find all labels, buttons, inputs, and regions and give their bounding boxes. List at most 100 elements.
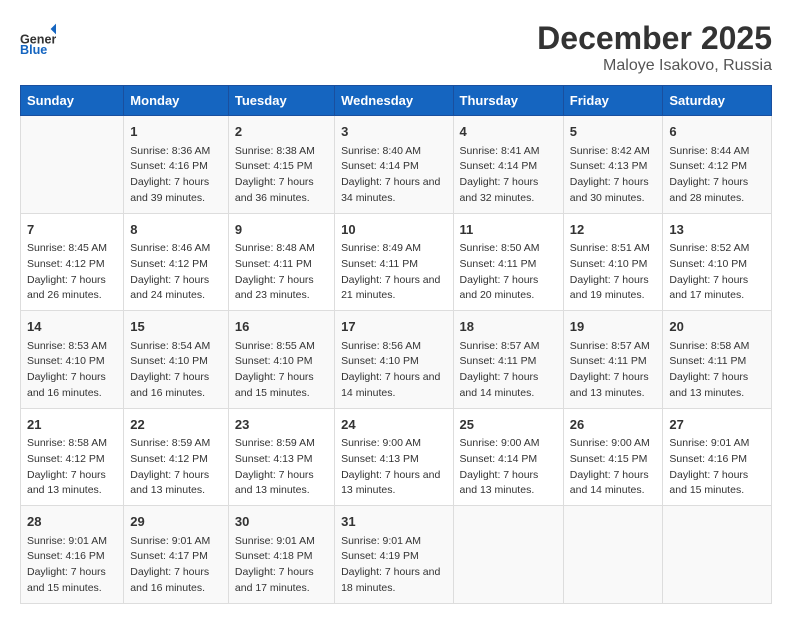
calendar-cell: 24Sunrise: 9:00 AMSunset: 4:13 PMDayligh… <box>335 408 453 506</box>
day-info: Sunrise: 8:41 AMSunset: 4:14 PMDaylight:… <box>460 144 557 207</box>
day-info: Sunrise: 8:50 AMSunset: 4:11 PMDaylight:… <box>460 241 557 304</box>
column-header-sunday: Sunday <box>21 86 124 116</box>
calendar-cell: 19Sunrise: 8:57 AMSunset: 4:11 PMDayligh… <box>563 311 663 409</box>
calendar-cell: 25Sunrise: 9:00 AMSunset: 4:14 PMDayligh… <box>453 408 563 506</box>
day-info: Sunrise: 9:01 AMSunset: 4:17 PMDaylight:… <box>130 534 222 597</box>
calendar-week-row: 14Sunrise: 8:53 AMSunset: 4:10 PMDayligh… <box>21 311 772 409</box>
calendar-week-row: 21Sunrise: 8:58 AMSunset: 4:12 PMDayligh… <box>21 408 772 506</box>
day-number: 4 <box>460 122 557 142</box>
calendar-cell: 8Sunrise: 8:46 AMSunset: 4:12 PMDaylight… <box>124 213 229 311</box>
month-title: December 2025 <box>537 20 772 57</box>
calendar-week-row: 7Sunrise: 8:45 AMSunset: 4:12 PMDaylight… <box>21 213 772 311</box>
calendar-cell: 31Sunrise: 9:01 AMSunset: 4:19 PMDayligh… <box>335 506 453 604</box>
calendar-cell: 30Sunrise: 9:01 AMSunset: 4:18 PMDayligh… <box>228 506 334 604</box>
calendar-cell: 14Sunrise: 8:53 AMSunset: 4:10 PMDayligh… <box>21 311 124 409</box>
day-number: 12 <box>570 220 657 240</box>
day-number: 6 <box>669 122 765 142</box>
day-number: 17 <box>341 317 446 337</box>
day-number: 22 <box>130 415 222 435</box>
calendar-cell <box>453 506 563 604</box>
day-info: Sunrise: 8:51 AMSunset: 4:10 PMDaylight:… <box>570 241 657 304</box>
day-info: Sunrise: 8:54 AMSunset: 4:10 PMDaylight:… <box>130 339 222 402</box>
calendar-cell: 18Sunrise: 8:57 AMSunset: 4:11 PMDayligh… <box>453 311 563 409</box>
day-info: Sunrise: 8:58 AMSunset: 4:11 PMDaylight:… <box>669 339 765 402</box>
calendar-cell: 4Sunrise: 8:41 AMSunset: 4:14 PMDaylight… <box>453 116 563 214</box>
calendar-cell: 22Sunrise: 8:59 AMSunset: 4:12 PMDayligh… <box>124 408 229 506</box>
day-number: 25 <box>460 415 557 435</box>
day-number: 2 <box>235 122 328 142</box>
day-number: 23 <box>235 415 328 435</box>
calendar-cell: 2Sunrise: 8:38 AMSunset: 4:15 PMDaylight… <box>228 116 334 214</box>
calendar-cell: 11Sunrise: 8:50 AMSunset: 4:11 PMDayligh… <box>453 213 563 311</box>
day-info: Sunrise: 9:01 AMSunset: 4:19 PMDaylight:… <box>341 534 446 597</box>
title-block: December 2025 Maloye Isakovo, Russia <box>537 20 772 75</box>
calendar-week-row: 28Sunrise: 9:01 AMSunset: 4:16 PMDayligh… <box>21 506 772 604</box>
page-header: General Blue December 2025 Maloye Isakov… <box>20 20 772 75</box>
location-title: Maloye Isakovo, Russia <box>537 57 772 75</box>
day-info: Sunrise: 9:01 AMSunset: 4:16 PMDaylight:… <box>669 436 765 499</box>
calendar-cell: 1Sunrise: 8:36 AMSunset: 4:16 PMDaylight… <box>124 116 229 214</box>
day-info: Sunrise: 8:57 AMSunset: 4:11 PMDaylight:… <box>570 339 657 402</box>
day-number: 9 <box>235 220 328 240</box>
day-number: 3 <box>341 122 446 142</box>
day-number: 28 <box>27 512 117 532</box>
day-info: Sunrise: 8:45 AMSunset: 4:12 PMDaylight:… <box>27 241 117 304</box>
day-number: 20 <box>669 317 765 337</box>
day-info: Sunrise: 8:59 AMSunset: 4:12 PMDaylight:… <box>130 436 222 499</box>
day-info: Sunrise: 8:55 AMSunset: 4:10 PMDaylight:… <box>235 339 328 402</box>
column-header-thursday: Thursday <box>453 86 563 116</box>
calendar-cell: 5Sunrise: 8:42 AMSunset: 4:13 PMDaylight… <box>563 116 663 214</box>
day-number: 15 <box>130 317 222 337</box>
day-info: Sunrise: 8:53 AMSunset: 4:10 PMDaylight:… <box>27 339 117 402</box>
calendar-cell <box>21 116 124 214</box>
calendar-cell: 27Sunrise: 9:01 AMSunset: 4:16 PMDayligh… <box>663 408 772 506</box>
calendar-cell: 28Sunrise: 9:01 AMSunset: 4:16 PMDayligh… <box>21 506 124 604</box>
day-number: 16 <box>235 317 328 337</box>
calendar-cell <box>563 506 663 604</box>
day-number: 14 <box>27 317 117 337</box>
day-info: Sunrise: 8:36 AMSunset: 4:16 PMDaylight:… <box>130 144 222 207</box>
day-info: Sunrise: 9:01 AMSunset: 4:18 PMDaylight:… <box>235 534 328 597</box>
day-info: Sunrise: 8:48 AMSunset: 4:11 PMDaylight:… <box>235 241 328 304</box>
calendar-cell: 13Sunrise: 8:52 AMSunset: 4:10 PMDayligh… <box>663 213 772 311</box>
day-info: Sunrise: 8:38 AMSunset: 4:15 PMDaylight:… <box>235 144 328 207</box>
day-info: Sunrise: 8:57 AMSunset: 4:11 PMDaylight:… <box>460 339 557 402</box>
column-header-monday: Monday <box>124 86 229 116</box>
logo-icon: General Blue <box>20 20 56 56</box>
calendar-week-row: 1Sunrise: 8:36 AMSunset: 4:16 PMDaylight… <box>21 116 772 214</box>
calendar-cell: 26Sunrise: 9:00 AMSunset: 4:15 PMDayligh… <box>563 408 663 506</box>
column-header-wednesday: Wednesday <box>335 86 453 116</box>
day-info: Sunrise: 8:59 AMSunset: 4:13 PMDaylight:… <box>235 436 328 499</box>
day-number: 24 <box>341 415 446 435</box>
day-info: Sunrise: 8:49 AMSunset: 4:11 PMDaylight:… <box>341 241 446 304</box>
day-info: Sunrise: 8:42 AMSunset: 4:13 PMDaylight:… <box>570 144 657 207</box>
day-number: 18 <box>460 317 557 337</box>
day-number: 8 <box>130 220 222 240</box>
day-info: Sunrise: 8:44 AMSunset: 4:12 PMDaylight:… <box>669 144 765 207</box>
day-number: 10 <box>341 220 446 240</box>
calendar-cell: 10Sunrise: 8:49 AMSunset: 4:11 PMDayligh… <box>335 213 453 311</box>
calendar-cell: 6Sunrise: 8:44 AMSunset: 4:12 PMDaylight… <box>663 116 772 214</box>
calendar-header-row: SundayMondayTuesdayWednesdayThursdayFrid… <box>21 86 772 116</box>
day-number: 29 <box>130 512 222 532</box>
column-header-saturday: Saturday <box>663 86 772 116</box>
calendar-cell: 20Sunrise: 8:58 AMSunset: 4:11 PMDayligh… <box>663 311 772 409</box>
calendar-cell: 9Sunrise: 8:48 AMSunset: 4:11 PMDaylight… <box>228 213 334 311</box>
day-info: Sunrise: 9:00 AMSunset: 4:13 PMDaylight:… <box>341 436 446 499</box>
calendar-cell: 21Sunrise: 8:58 AMSunset: 4:12 PMDayligh… <box>21 408 124 506</box>
day-number: 1 <box>130 122 222 142</box>
calendar-cell: 3Sunrise: 8:40 AMSunset: 4:14 PMDaylight… <box>335 116 453 214</box>
day-info: Sunrise: 8:52 AMSunset: 4:10 PMDaylight:… <box>669 241 765 304</box>
day-info: Sunrise: 8:56 AMSunset: 4:10 PMDaylight:… <box>341 339 446 402</box>
day-info: Sunrise: 8:46 AMSunset: 4:12 PMDaylight:… <box>130 241 222 304</box>
logo: General Blue <box>20 20 60 56</box>
day-info: Sunrise: 9:00 AMSunset: 4:15 PMDaylight:… <box>570 436 657 499</box>
day-number: 13 <box>669 220 765 240</box>
day-info: Sunrise: 8:40 AMSunset: 4:14 PMDaylight:… <box>341 144 446 207</box>
calendar-cell: 12Sunrise: 8:51 AMSunset: 4:10 PMDayligh… <box>563 213 663 311</box>
calendar-cell: 16Sunrise: 8:55 AMSunset: 4:10 PMDayligh… <box>228 311 334 409</box>
day-number: 19 <box>570 317 657 337</box>
calendar-cell <box>663 506 772 604</box>
calendar-table: SundayMondayTuesdayWednesdayThursdayFrid… <box>20 85 772 604</box>
column-header-friday: Friday <box>563 86 663 116</box>
